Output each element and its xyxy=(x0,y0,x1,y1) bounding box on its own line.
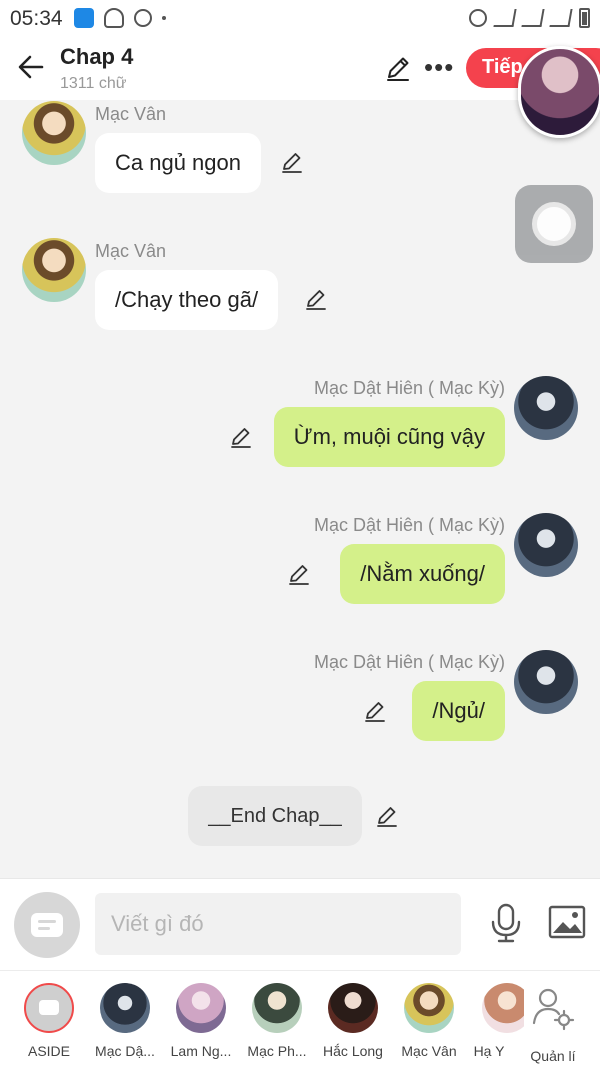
dot-icon xyxy=(162,16,166,20)
character-ha-y[interactable]: Hạ Y xyxy=(454,983,524,1059)
message-sender: Mạc Vân xyxy=(95,104,167,124)
character-lam-ng[interactable]: Lam Ng... xyxy=(163,983,239,1059)
avatar-mac-dat-hien[interactable] xyxy=(514,513,578,577)
character-aside[interactable]: ASIDE xyxy=(11,983,87,1059)
status-bar: 05:34 xyxy=(0,0,600,38)
microphone-icon[interactable] xyxy=(488,903,524,943)
assistive-touch-button[interactable] xyxy=(515,185,593,263)
edit-message-pencil-icon[interactable] xyxy=(375,804,399,828)
message-bubble[interactable]: /Chạy theo gã/ xyxy=(95,270,279,330)
message-bubble[interactable]: /Nằm xuống/ xyxy=(340,544,505,604)
word-count: 1311 chữ xyxy=(60,75,127,92)
chat-bubble-icon xyxy=(31,913,63,937)
aside-bubble[interactable]: __End Chap__ xyxy=(188,786,362,846)
status-time: 05:34 xyxy=(10,7,63,30)
chat-area[interactable]: Mạc Vân Ca ngủ ngon Mạc Vân /Chạy theo g… xyxy=(0,100,600,878)
character-avatar xyxy=(100,983,150,1033)
avatar-mac-dat-hien[interactable] xyxy=(514,376,578,440)
edit-message-pencil-icon[interactable] xyxy=(363,699,387,723)
page-title: Chap 4 xyxy=(60,44,134,69)
hotspot-icon xyxy=(74,8,94,28)
manage-characters[interactable]: Quản lí xyxy=(515,983,591,1064)
message-bubble[interactable]: /Ngủ/ xyxy=(412,681,505,741)
image-icon[interactable] xyxy=(548,905,586,939)
character-label: ASIDE xyxy=(27,1043,70,1059)
avatar-mac-dat-hien[interactable] xyxy=(514,650,578,714)
manage-users-icon xyxy=(532,988,575,1031)
character-label: Mạc Dậ... xyxy=(95,1043,155,1059)
edit-message-pencil-icon[interactable] xyxy=(280,150,304,174)
message-input-bar xyxy=(0,878,600,970)
more-options-icon[interactable]: ••• xyxy=(424,54,454,80)
back-arrow-icon[interactable] xyxy=(16,52,46,82)
message-sender: Mạc Vân xyxy=(95,241,167,261)
message-mode-button[interactable] xyxy=(14,892,80,958)
edit-message-pencil-icon[interactable] xyxy=(287,562,311,586)
message-bubble[interactable]: Ca ngủ ngon xyxy=(95,133,261,193)
aside-icon xyxy=(24,983,74,1033)
character-label: Quản lí xyxy=(530,1048,576,1064)
message-sender: Mạc Dật Hiên ( Mạc Kỳ) xyxy=(313,515,505,535)
circle-icon xyxy=(134,9,152,27)
assistive-touch-ring xyxy=(532,202,576,246)
character-bar: ASIDE Mạc Dậ... Lam Ng... Mạc Ph... Hắc … xyxy=(0,970,600,1067)
message-sender: Mạc Dật Hiên ( Mạc Kỳ) xyxy=(313,652,505,672)
battery-icon xyxy=(579,8,590,28)
edit-message-pencil-icon[interactable] xyxy=(304,287,328,311)
next-button-label: Tiếp xyxy=(482,56,523,78)
signal-2-icon xyxy=(549,9,573,27)
edit-pencil-icon[interactable] xyxy=(384,54,412,82)
edit-message-pencil-icon[interactable] xyxy=(229,425,253,449)
avatar-mac-van[interactable] xyxy=(22,238,86,302)
status-icons-left xyxy=(74,8,166,28)
character-mac-ph[interactable]: Mạc Ph... xyxy=(239,983,315,1059)
character-label: Mạc Ph... xyxy=(247,1043,307,1059)
alarm-icon xyxy=(469,9,487,27)
message-input[interactable] xyxy=(95,893,461,955)
wifi-icon xyxy=(493,9,517,27)
chapter-header: Chap 4 1311 chữ ••• Tiếp xyxy=(0,38,600,100)
character-avatar xyxy=(328,983,378,1033)
character-avatar xyxy=(404,983,454,1033)
character-avatar xyxy=(176,983,226,1033)
broadcast-icon xyxy=(104,8,124,28)
character-hac-long[interactable]: Hắc Long xyxy=(315,983,391,1059)
character-avatar xyxy=(252,983,302,1033)
character-mac-dat-hien[interactable]: Mạc Dậ... xyxy=(87,983,163,1059)
status-icons-right xyxy=(469,8,590,28)
floating-avatar[interactable] xyxy=(518,46,600,138)
character-label: Hạ Y xyxy=(473,1043,505,1059)
character-label: Lam Ng... xyxy=(170,1043,232,1059)
message-bubble[interactable]: Ừm, muội cũng vậy xyxy=(273,407,505,467)
message-sender: Mạc Dật Hiên ( Mạc Kỳ) xyxy=(313,378,505,398)
signal-icon xyxy=(521,9,545,27)
character-label: Hắc Long xyxy=(323,1043,383,1059)
avatar-mac-van[interactable] xyxy=(22,101,86,165)
